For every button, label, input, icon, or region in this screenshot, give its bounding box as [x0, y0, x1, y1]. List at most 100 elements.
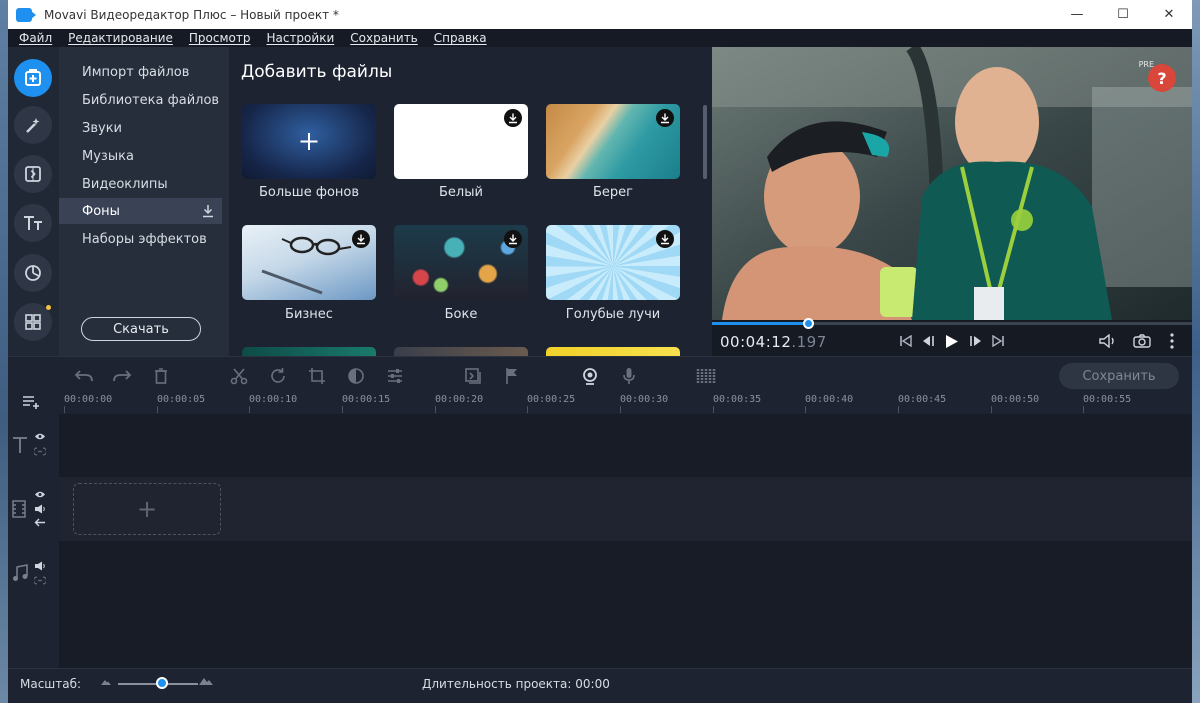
zoom-in-icon[interactable] — [198, 676, 214, 686]
arrow-left-icon[interactable] — [34, 518, 46, 527]
marker-button[interactable] — [502, 366, 522, 386]
tile-more-backgrounds[interactable] — [242, 104, 376, 179]
menu-help[interactable]: Справка — [434, 31, 487, 45]
menu-file[interactable]: Файл — [19, 31, 52, 45]
timeline-ruler[interactable]: 00:00:00 00:00:05 00:00:10 00:00:15 00:0… — [59, 394, 1192, 414]
rail-transitions-button[interactable] — [14, 155, 52, 193]
skip-to-end-button[interactable] — [988, 332, 1008, 350]
voice-record-button[interactable] — [619, 366, 639, 386]
rail-import-button[interactable] — [14, 59, 52, 97]
tile-white[interactable] — [394, 104, 528, 179]
previous-frame-button[interactable] — [918, 332, 938, 350]
tile-bokeh[interactable] — [394, 225, 528, 300]
clip-properties-button[interactable] — [385, 366, 405, 386]
audio-levels-button[interactable] — [696, 366, 716, 386]
title-bar: Movavi Видеоредактор Плюс – Новый проект… — [8, 0, 1192, 29]
tile-partial[interactable] — [242, 347, 376, 356]
playback-progress-knob[interactable] — [803, 318, 814, 329]
category-import-files[interactable]: Импорт файлов — [59, 59, 222, 85]
download-badge[interactable] — [504, 109, 522, 127]
transitions-icon — [25, 166, 41, 182]
category-effect-packs[interactable]: Наборы эффектов — [59, 226, 222, 252]
link-icon[interactable] — [34, 447, 46, 456]
eye-icon[interactable] — [34, 490, 46, 499]
zoom-label: Масштаб: — [20, 677, 82, 691]
category-backgrounds[interactable]: Фоны — [59, 198, 222, 224]
flag-icon — [506, 368, 517, 384]
help-button[interactable]: ? — [1148, 64, 1176, 92]
ruler-label: 00:00:45 — [898, 394, 947, 405]
tile-partial[interactable] — [394, 347, 528, 356]
split-button[interactable] — [229, 366, 249, 386]
tile-label: Голубые лучи — [565, 307, 661, 322]
transition-wizard-button[interactable] — [463, 366, 483, 386]
text-track[interactable] — [59, 414, 1192, 477]
download-icon — [357, 234, 365, 244]
menu-bar: Файл Редактирование Просмотр Настройки С… — [8, 29, 1192, 47]
zoom-slider-knob[interactable] — [156, 677, 168, 689]
category-music[interactable]: Музыка — [59, 143, 222, 169]
download-badge[interactable] — [504, 230, 522, 248]
menu-save[interactable]: Сохранить — [350, 31, 418, 45]
add-track-button[interactable] — [22, 394, 42, 414]
tile-business[interactable] — [242, 225, 376, 300]
category-sounds[interactable]: Звуки — [59, 115, 222, 141]
more-options-button[interactable] — [1162, 332, 1182, 350]
color-adjust-button[interactable] — [346, 366, 366, 386]
menu-settings[interactable]: Настройки — [266, 31, 334, 45]
sliders-icon — [388, 369, 402, 383]
magic-wand-icon — [26, 118, 40, 133]
tool-rail — [8, 47, 59, 356]
download-button[interactable]: Скачать — [81, 317, 201, 341]
tile-label: Боке — [444, 307, 478, 322]
video-track[interactable]: + — [59, 477, 1192, 541]
download-badge[interactable] — [352, 230, 370, 248]
import-icon — [25, 69, 41, 86]
menu-view[interactable]: Просмотр — [189, 31, 251, 45]
close-button[interactable]: ✕ — [1146, 0, 1192, 29]
ruler-label: 00:00:25 — [527, 394, 576, 405]
save-button[interactable]: Сохранить — [1059, 363, 1179, 389]
category-file-library[interactable]: Библиотека файлов — [59, 87, 222, 113]
audio-track[interactable] — [59, 541, 1192, 668]
kebab-menu-icon — [1170, 333, 1174, 349]
rail-stickers-button[interactable] — [14, 254, 52, 292]
drop-media-zone[interactable]: + — [73, 483, 221, 535]
download-icon[interactable] — [202, 204, 214, 218]
tile-shore[interactable] — [546, 104, 680, 179]
app-window: Movavi Видеоредактор Плюс – Новый проект… — [8, 0, 1192, 703]
tile-partial[interactable] — [546, 347, 680, 356]
crop-button[interactable] — [307, 366, 327, 386]
download-badge[interactable] — [656, 109, 674, 127]
ruler-tick — [713, 406, 714, 413]
speaker-icon[interactable] — [34, 561, 46, 571]
next-frame-button[interactable] — [966, 332, 986, 350]
webcam-record-button[interactable] — [580, 366, 600, 386]
speaker-icon[interactable] — [34, 504, 46, 514]
redo-button[interactable] — [112, 366, 132, 386]
maximize-button[interactable]: ☐ — [1100, 0, 1146, 29]
minimize-button[interactable]: — — [1054, 0, 1100, 29]
trash-icon — [155, 368, 167, 384]
undo-button[interactable] — [74, 366, 94, 386]
snapshot-button[interactable] — [1132, 332, 1152, 350]
rotate-button[interactable] — [268, 366, 288, 386]
link-icon[interactable] — [34, 576, 46, 585]
eye-icon[interactable] — [34, 432, 46, 441]
volume-button[interactable] — [1098, 332, 1118, 350]
gallery-scrollbar[interactable] — [703, 105, 707, 179]
play-button[interactable] — [942, 332, 962, 350]
rail-filters-button[interactable] — [14, 106, 52, 144]
delete-button[interactable] — [151, 366, 171, 386]
rotate-icon — [271, 368, 285, 383]
rail-titles-button[interactable] — [14, 204, 52, 242]
download-icon — [509, 113, 517, 123]
zoom-out-icon[interactable] — [100, 678, 112, 686]
tile-label: Бизнес — [285, 307, 333, 322]
menu-edit[interactable]: Редактирование — [68, 31, 173, 45]
category-label: Наборы эффектов — [82, 231, 207, 247]
download-badge[interactable] — [656, 230, 674, 248]
category-video-clips[interactable]: Видеоклипы — [59, 171, 222, 197]
tile-blue-rays[interactable] — [546, 225, 680, 300]
skip-to-start-button[interactable] — [896, 332, 916, 350]
